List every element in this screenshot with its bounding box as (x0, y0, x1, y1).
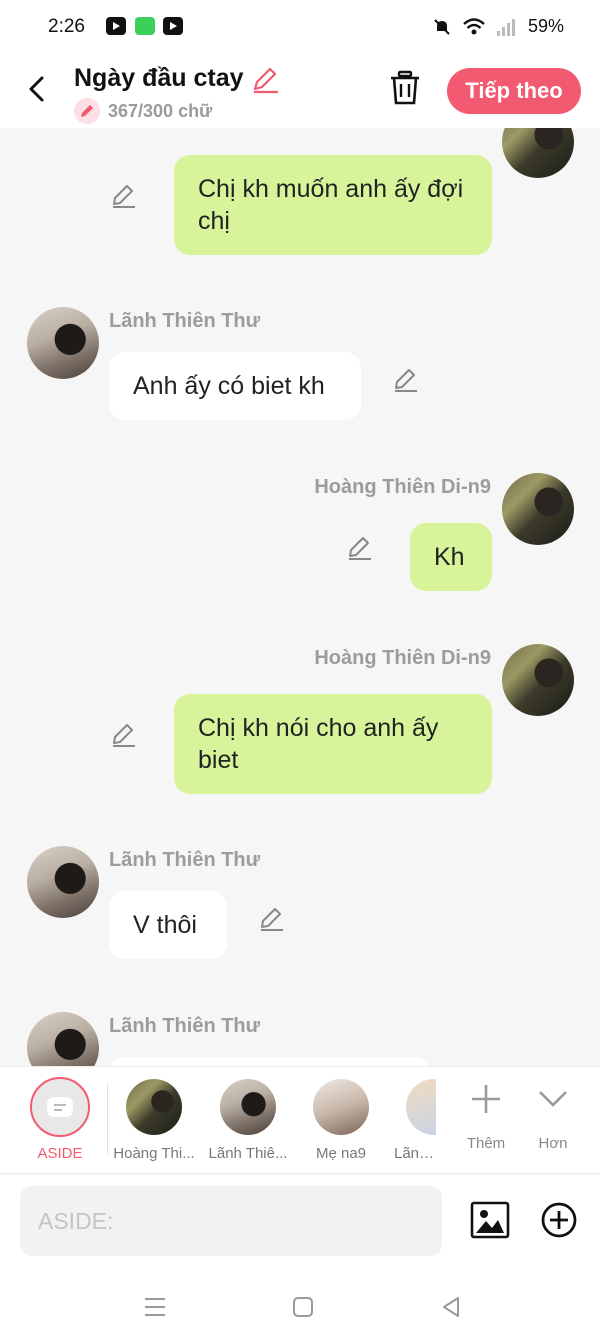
menu-icon[interactable] (142, 1295, 168, 1319)
home-icon[interactable] (290, 1295, 316, 1319)
next-button[interactable]: Tiếp theo (447, 68, 581, 114)
top-area: 2:26 59% Ngày đầu ctay 367/300 chữ Tiếp … (0, 0, 600, 128)
wifi-icon (463, 17, 485, 34)
chat-area[interactable]: Chị kh muốn anh ấy đợi chị Lãnh Thiên Th… (0, 128, 600, 1066)
character-bar: ASIDE Hoàng Thi... Lãnh Thiê... Mẹ na9 L… (0, 1066, 600, 1174)
plus-icon[interactable] (468, 1081, 504, 1117)
character-avatar[interactable] (313, 1079, 369, 1135)
avatar[interactable] (502, 473, 574, 545)
message-bubble[interactable]: V thôi (109, 891, 227, 959)
edit-message-icon[interactable] (110, 181, 138, 209)
message-bubble[interactable]: Chị kh nói cho anh ấy biet (174, 694, 492, 794)
character-label: Hoàng Thi... (113, 1145, 195, 1162)
collapse-label: Hơn (538, 1135, 568, 1152)
character-label: Lãnh T (394, 1145, 436, 1162)
youtube-icon (106, 17, 126, 35)
trash-icon[interactable] (388, 70, 422, 106)
avatar[interactable] (27, 307, 99, 379)
message-input[interactable] (20, 1186, 442, 1256)
character-label: Lãnh Thiê... (208, 1145, 288, 1162)
character-avatar[interactable] (406, 1079, 436, 1135)
message-bubble[interactable]: Kh (410, 523, 492, 591)
character-avatar[interactable] (220, 1079, 276, 1135)
status-right: 59% (432, 16, 564, 37)
edit-title-icon[interactable] (250, 64, 280, 94)
character-label: Mẹ na9 (315, 1145, 367, 1162)
sender-name: Lãnh Thiên Thư (109, 310, 261, 332)
app-icon (135, 17, 155, 35)
avatar[interactable] (502, 128, 574, 178)
message-bubble[interactable]: Chị kh muốn anh ấy đợi chị (174, 155, 492, 255)
word-count: 367/300 chữ (74, 98, 212, 124)
back-icon[interactable] (24, 72, 52, 106)
character-avatar[interactable] (126, 1079, 182, 1135)
aside-button[interactable] (30, 1077, 90, 1137)
avatar[interactable] (502, 644, 574, 716)
back-nav-icon[interactable] (438, 1295, 464, 1319)
sender-name: Hoàng Thiên Di-n9 (314, 476, 491, 498)
avatar[interactable] (27, 846, 99, 918)
play-app-icon (163, 17, 183, 35)
edit-message-icon[interactable] (392, 365, 420, 393)
message-bubble[interactable] (109, 1057, 431, 1066)
header: Ngày đầu ctay 367/300 chữ Tiếp theo (0, 58, 600, 128)
image-icon[interactable] (470, 1201, 510, 1239)
sender-name: Hoàng Thiên Di-n9 (314, 647, 491, 669)
divider (107, 1083, 108, 1155)
pencil-icon (74, 98, 100, 124)
aside-label: ASIDE (37, 1145, 83, 1162)
word-count-text: 367/300 chữ (108, 100, 213, 121)
more-label: Thêm (466, 1135, 506, 1152)
edit-message-icon[interactable] (346, 533, 374, 561)
sender-name: Lãnh Thiên Thư (109, 849, 261, 871)
chevron-down-icon[interactable] (535, 1081, 571, 1117)
battery-text: 59% (527, 16, 564, 36)
avatar[interactable] (27, 1012, 99, 1066)
edit-message-icon[interactable] (258, 904, 286, 932)
mute-icon (434, 18, 450, 35)
status-bar: 2:26 59% (0, 0, 600, 54)
status-time: 2:26 (48, 16, 85, 37)
system-nav-bar (0, 1267, 600, 1343)
message-bubble[interactable]: Anh ấy có biet kh (109, 352, 361, 420)
story-title[interactable]: Ngày đầu ctay (74, 64, 244, 93)
sender-name: Lãnh Thiên Thư (109, 1015, 261, 1037)
signal-icon (496, 18, 515, 36)
composer (0, 1175, 600, 1267)
add-circle-icon[interactable] (540, 1201, 578, 1239)
chat-bubble-icon (47, 1097, 73, 1117)
edit-message-icon[interactable] (110, 720, 138, 748)
